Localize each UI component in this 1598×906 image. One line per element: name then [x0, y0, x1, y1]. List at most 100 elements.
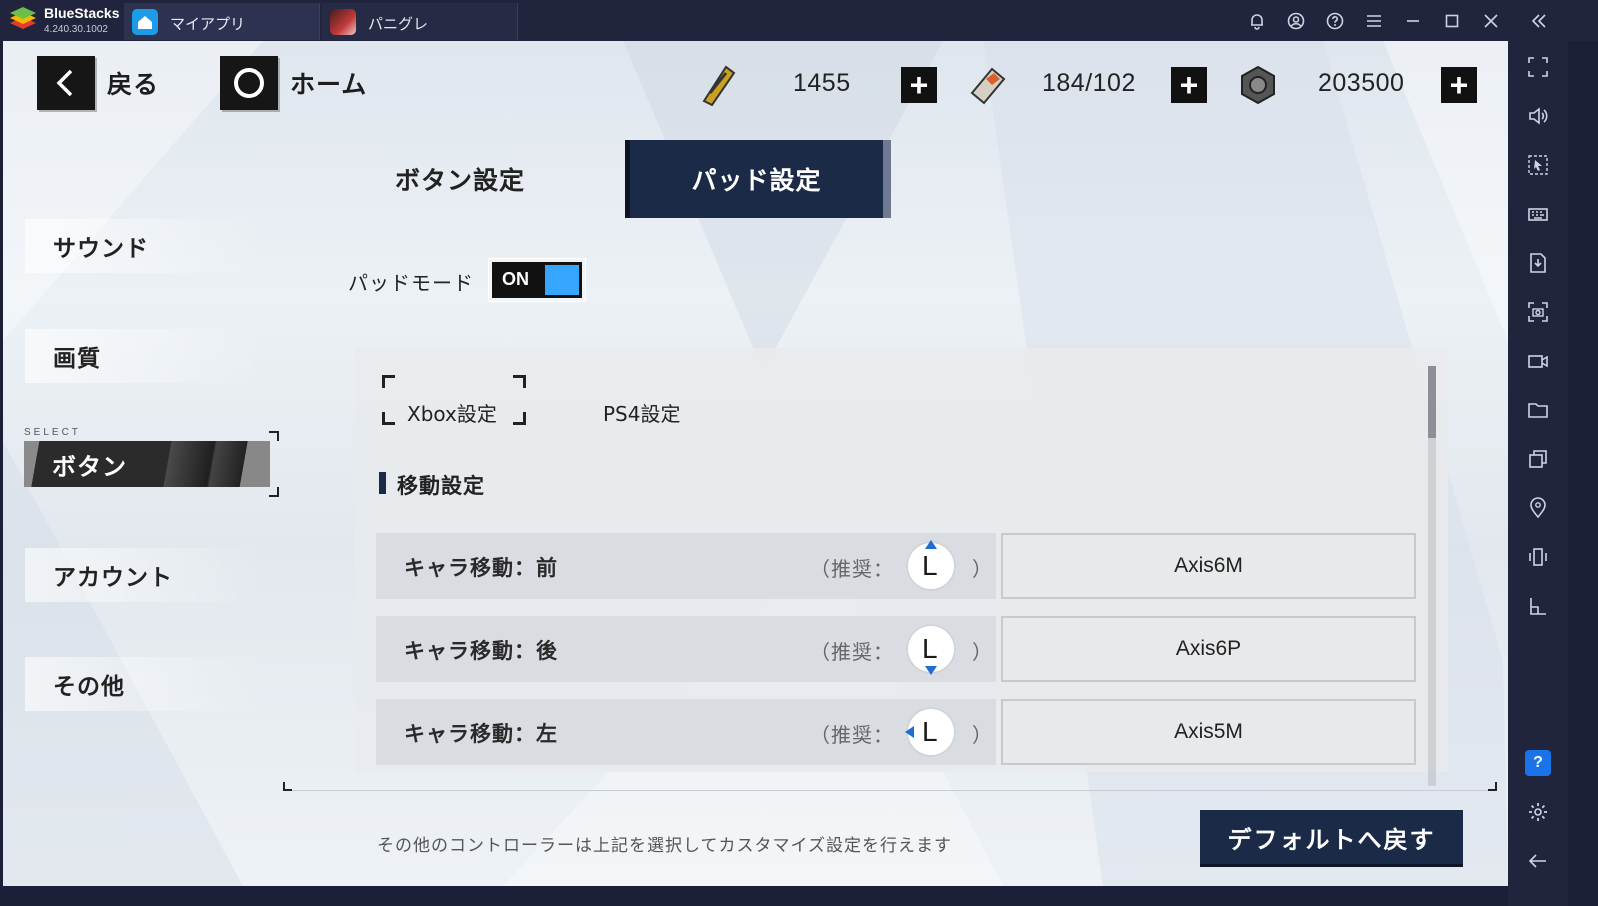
- resource-value: 1455: [793, 69, 851, 97]
- left-stick-down-icon: L: [906, 624, 956, 675]
- tab-game[interactable]: パニグレ: [322, 3, 518, 40]
- toggle-knob: [545, 265, 579, 295]
- corner-bracket: [382, 375, 395, 388]
- help-button[interactable]: ?: [1525, 750, 1551, 776]
- recommend-label: （推奨：: [810, 557, 894, 581]
- recommend-label: （推奨：: [810, 640, 894, 664]
- binding-name: キャラ移動：前: [404, 556, 558, 580]
- tab-my-apps[interactable]: マイアプリ: [124, 3, 320, 40]
- tab-button-settings[interactable]: ボタン設定: [360, 140, 560, 218]
- folder-icon[interactable]: [1522, 394, 1554, 426]
- side-menu-quality[interactable]: 画質: [25, 329, 265, 383]
- cursor-icon[interactable]: [1522, 149, 1554, 181]
- arrow-down-icon: [925, 666, 937, 675]
- location-icon[interactable]: [1522, 492, 1554, 524]
- arrow-up-icon: [925, 540, 937, 549]
- battery-icon: [966, 63, 1010, 107]
- arrow-left-icon: [905, 726, 914, 738]
- fullscreen-icon[interactable]: [1522, 51, 1554, 83]
- binding-row: キャラ移動：後 （推奨： L ） Axis6P: [376, 616, 1416, 682]
- maximize-icon[interactable]: [1432, 0, 1471, 41]
- recommend-close: ）: [972, 640, 992, 664]
- coin-icon: [1236, 63, 1280, 107]
- scrollbar-thumb[interactable]: [1428, 366, 1436, 438]
- apk-icon[interactable]: [1522, 247, 1554, 279]
- keyboard-icon[interactable]: [1522, 198, 1554, 230]
- multi-instance-icon[interactable]: [1522, 443, 1554, 475]
- corner-bracket: [269, 487, 279, 497]
- menu-icon[interactable]: [1354, 0, 1393, 41]
- account-icon[interactable]: [1276, 0, 1315, 41]
- home-icon: [132, 9, 158, 35]
- app-version: 4.240.30.1002: [44, 24, 108, 35]
- binding-label-cell: キャラ移動：前 （推奨： L ）: [376, 533, 996, 599]
- double-chevron-left-icon[interactable]: [1520, 0, 1558, 41]
- stick-letter: L: [922, 716, 938, 747]
- ticket-icon: [696, 63, 740, 107]
- resource-value: 184/102: [1042, 69, 1136, 97]
- corner-bracket: [1488, 782, 1497, 791]
- help-icon[interactable]: [1315, 0, 1354, 41]
- add-ticket-button[interactable]: +: [901, 67, 937, 103]
- stick-letter: L: [922, 550, 938, 581]
- subtab-xbox[interactable]: Xbox設定: [407, 398, 497, 427]
- settings-icon[interactable]: [1522, 796, 1554, 828]
- side-menu-account[interactable]: アカウント: [25, 548, 265, 602]
- back-button[interactable]: 戻る: [37, 56, 159, 110]
- tab-label: マイアプリ: [170, 15, 246, 33]
- screenshot-icon[interactable]: [1522, 296, 1554, 328]
- back-icon[interactable]: [1522, 845, 1554, 877]
- add-coin-button[interactable]: +: [1441, 67, 1477, 103]
- section-marker: [379, 472, 386, 494]
- shake-icon[interactable]: [1522, 541, 1554, 573]
- subtab-ps4[interactable]: PS4設定: [603, 398, 680, 427]
- volume-icon[interactable]: [1522, 100, 1554, 132]
- recommend-close: ）: [972, 557, 992, 581]
- recommend-label: （推奨：: [810, 723, 894, 747]
- record-icon[interactable]: [1522, 345, 1554, 377]
- binding-value-field[interactable]: Axis6P: [1001, 616, 1416, 682]
- left-stick-up-icon: L: [906, 540, 956, 591]
- right-toolbar: ?: [1508, 41, 1568, 906]
- select-tag: SELECT: [24, 427, 81, 438]
- binding-label-cell: キャラ移動：後 （推奨： L ）: [376, 616, 996, 682]
- divider: [286, 790, 1496, 791]
- corner-bracket: [382, 412, 395, 425]
- circle-home-icon: [220, 56, 278, 110]
- chevron-left-icon: [37, 56, 95, 110]
- binding-value-field[interactable]: Axis5M: [1001, 699, 1416, 765]
- stick-letter: L: [922, 633, 938, 664]
- binding-name: キャラ移動：後: [404, 639, 558, 663]
- reset-default-button[interactable]: デフォルトへ戻す: [1200, 810, 1463, 867]
- game-icon: [330, 9, 356, 35]
- recommend-close: ）: [972, 723, 992, 747]
- hint-text: その他のコントローラーは上記を選択してカスタマイズ設定を行えます: [377, 836, 952, 856]
- minimize-icon[interactable]: [1393, 0, 1432, 41]
- side-menu-button: ボタン: [24, 441, 270, 487]
- corner-bracket: [513, 375, 526, 388]
- layout-icon[interactable]: [1522, 590, 1554, 622]
- tab-label: パニグレ: [368, 15, 429, 33]
- side-menu-other[interactable]: その他: [25, 657, 265, 711]
- home-button[interactable]: ホーム: [220, 56, 367, 110]
- binding-label-cell: キャラ移動：左 （推奨： L ）: [376, 699, 996, 765]
- tab-pad-settings[interactable]: パッド設定: [625, 140, 891, 218]
- back-label: 戻る: [107, 70, 160, 99]
- binding-value-field[interactable]: Axis6M: [1001, 533, 1416, 599]
- add-battery-button[interactable]: +: [1171, 67, 1207, 103]
- side-menu-sound[interactable]: サウンド: [25, 219, 265, 273]
- corner-bracket: [283, 782, 292, 791]
- close-icon[interactable]: [1471, 0, 1510, 41]
- pad-mode-toggle[interactable]: ON: [488, 258, 586, 302]
- pad-mode-label: パッドモード: [348, 271, 474, 295]
- side-menu-button-selected[interactable]: SELECT ボタン: [24, 427, 280, 501]
- section-title: 移動設定: [397, 474, 485, 498]
- binding-row: キャラ移動：前 （推奨： L ） Axis6M: [376, 533, 1416, 599]
- corner-bracket: [513, 412, 526, 425]
- home-label: ホーム: [290, 70, 368, 99]
- app-name: BlueStacks: [44, 5, 120, 21]
- corner-bracket: [269, 431, 279, 441]
- binding-row: キャラ移動：左 （推奨： L ） Axis5M: [376, 699, 1416, 765]
- bell-icon[interactable]: [1237, 0, 1276, 41]
- binding-name: キャラ移動：左: [404, 722, 558, 746]
